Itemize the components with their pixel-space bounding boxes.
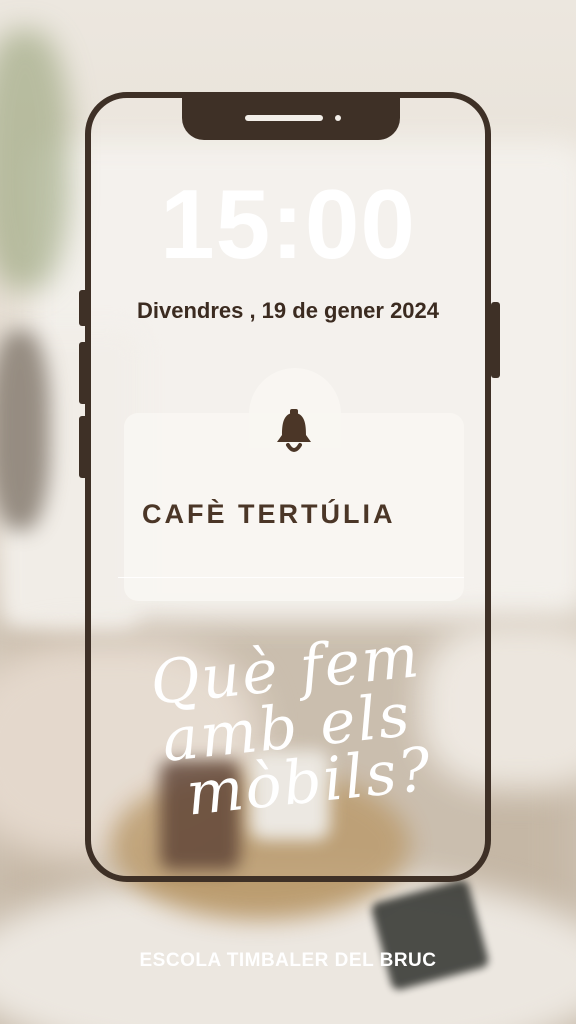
- school-name: ESCOLA TIMBALER DEL BRUC: [139, 950, 437, 971]
- bell-icon: [270, 405, 318, 459]
- side-button-volume-up: [79, 342, 88, 404]
- side-button-power: [491, 302, 500, 378]
- speaker-slot: [245, 115, 323, 121]
- camera-dot: [335, 115, 341, 121]
- side-button-volume-down: [79, 416, 88, 478]
- notification-title: CAFÈ TERTÚLIA: [142, 499, 396, 529]
- lockscreen-time: 15:00: [160, 169, 416, 279]
- lockscreen-date: Divendres , 19 de gener 2024: [136, 298, 440, 323]
- notification-divider: [118, 577, 464, 578]
